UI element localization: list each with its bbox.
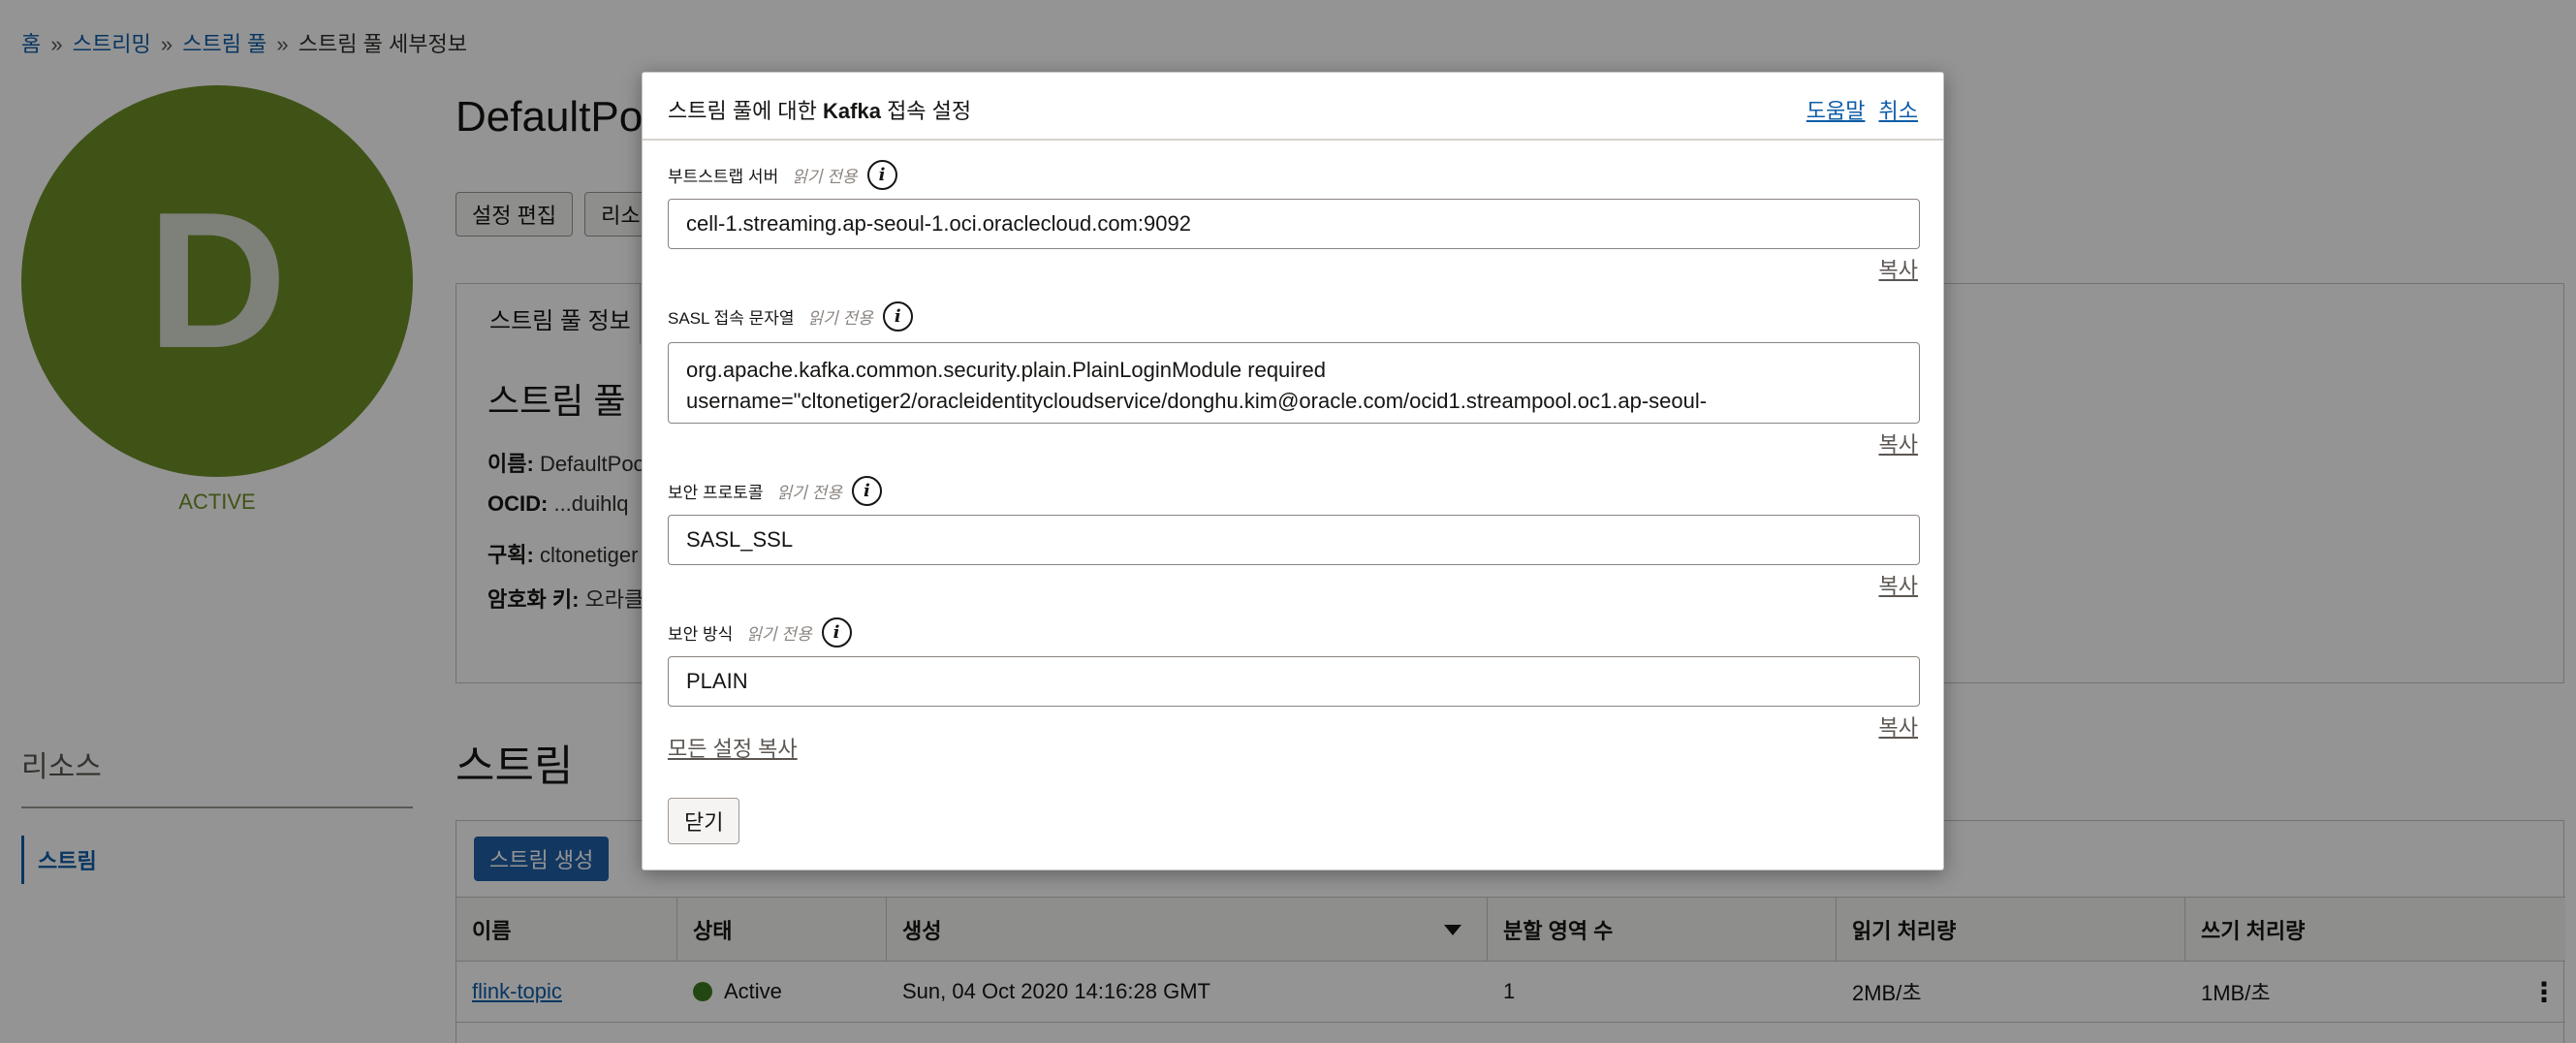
kafka-connection-settings-dialog: 스트림 풀에 대한 Kafka 접속 설정 도움말 취소 부트스트랩 서버 읽기… — [642, 72, 1944, 870]
dialog-title-prefix: 스트림 풀에 대한 — [668, 99, 824, 123]
security-mechanism-label-text: 보안 방식 — [668, 625, 734, 644]
copy-all-settings-link[interactable]: 모든 설정 복사 — [668, 732, 798, 763]
sasl-connection-string-label: SASL 접속 문자열 읽기 전용 i — [668, 301, 913, 332]
security-protocol-label-text: 보안 프로토콜 — [668, 484, 764, 502]
readonly-hint: 읽기 전용 — [746, 625, 812, 644]
bootstrap-servers-label: 부트스트랩 서버 읽기 전용 i — [668, 160, 897, 190]
readonly-hint: 읽기 전용 — [807, 309, 873, 328]
dialog-title-suffix: 접속 설정 — [880, 99, 972, 123]
dialog-title-kafka: Kafka — [823, 99, 881, 123]
info-icon[interactable]: i — [882, 301, 913, 332]
cancel-link[interactable]: 취소 — [1879, 94, 1918, 125]
copy-bootstrap-link[interactable]: 복사 — [1879, 253, 1918, 284]
readonly-hint: 읽기 전용 — [792, 168, 858, 186]
info-icon[interactable]: i — [821, 617, 852, 648]
info-icon[interactable]: i — [851, 476, 882, 506]
security-mechanism-label: 보안 방식 읽기 전용 i — [668, 617, 852, 648]
bootstrap-servers-field[interactable]: cell-1.streaming.ap-seoul-1.oci.oraclecl… — [668, 199, 1920, 249]
dialog-header-actions: 도움말 취소 — [1806, 94, 1918, 125]
sasl-connection-string-field[interactable]: org.apache.kafka.common.security.plain.P… — [668, 342, 1920, 424]
help-link[interactable]: 도움말 — [1806, 94, 1866, 125]
info-icon[interactable]: i — [866, 160, 897, 190]
copy-protocol-link[interactable]: 복사 — [1879, 569, 1918, 600]
sasl-line-1: org.apache.kafka.common.security.plain.P… — [686, 358, 1326, 382]
copy-mechanism-link[interactable]: 복사 — [1879, 711, 1918, 742]
bootstrap-servers-label-text: 부트스트랩 서버 — [668, 168, 779, 186]
sasl-line-2: username="cltonetiger2/oracleidentityclo… — [686, 389, 1708, 413]
copy-sasl-link[interactable]: 복사 — [1879, 427, 1918, 458]
security-protocol-field[interactable]: SASL_SSL — [668, 515, 1920, 565]
sasl-label-text: SASL 접속 문자열 — [668, 309, 795, 328]
close-button[interactable]: 닫기 — [668, 798, 740, 844]
readonly-hint: 읽기 전용 — [776, 484, 842, 502]
dialog-title: 스트림 풀에 대한 Kafka 접속 설정 — [668, 94, 971, 125]
security-protocol-label: 보안 프로토콜 읽기 전용 i — [668, 476, 882, 506]
security-mechanism-field[interactable]: PLAIN — [668, 656, 1920, 707]
dialog-header: 스트림 풀에 대한 Kafka 접속 설정 도움말 취소 — [643, 73, 1943, 141]
